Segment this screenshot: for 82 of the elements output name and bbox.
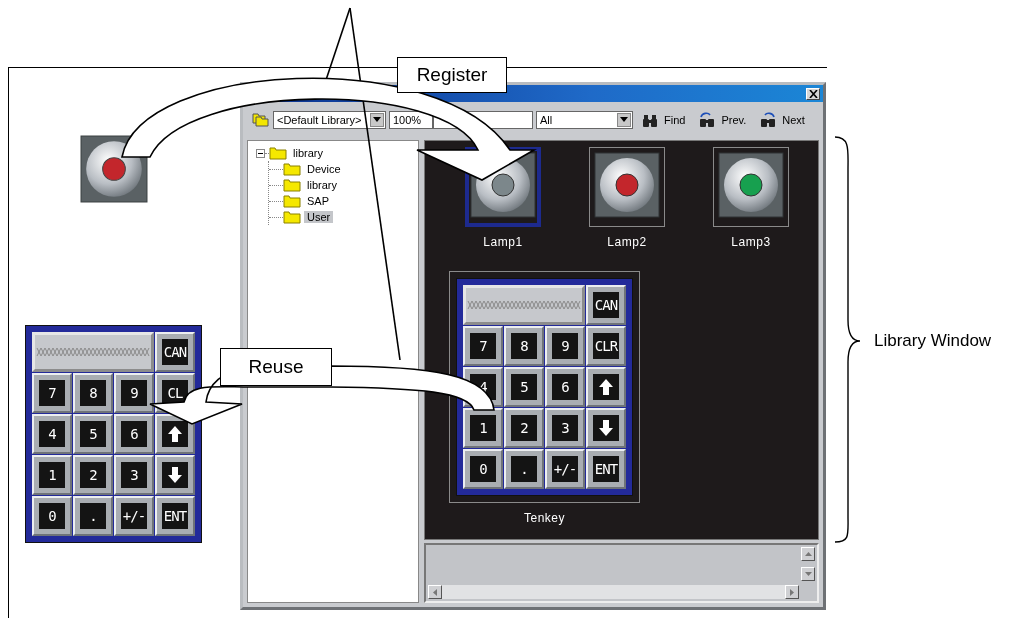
toolbar-button[interactable]: Next [754,111,810,128]
zigzag-pattern-icon [36,347,150,357]
keypad-key[interactable]: 9 [544,326,585,366]
keypad-key[interactable]: 3 [114,455,154,495]
keypad-key[interactable]: 7 [32,373,72,413]
keypad-key[interactable]: +/- [114,496,154,536]
keypad-down-key[interactable] [155,455,195,495]
scroll-down-icon [804,572,812,576]
keypad-key[interactable]: 6 [544,367,585,407]
tree-item[interactable]: SAP [304,195,332,207]
keypad-key[interactable]: ENT [155,496,195,536]
binoculars-arrow-icon [698,111,717,128]
dropdown-arrow-icon [620,117,628,122]
tree-item[interactable]: Device [304,163,344,175]
keypad-key[interactable]: 6 [114,414,154,454]
keypad-key[interactable]: 3 [544,408,585,448]
scroll-right-button[interactable] [785,585,799,599]
keypad-key[interactable]: +/- [544,449,585,489]
binoculars-arrow-icon [759,111,778,128]
scroll-up-icon [804,552,812,556]
keypad-key[interactable]: 9 [114,373,154,413]
keypad-up-key[interactable] [585,367,626,407]
keypad-key[interactable]: ENT [585,449,626,489]
part-name: Lamp2 [607,235,647,249]
part-name: Lamp3 [731,235,771,249]
folder-icon [283,162,301,176]
library-dropdown[interactable]: <Default Library> [273,110,386,129]
folder-icon [283,194,301,208]
keypad-key[interactable]: 4 [32,414,72,454]
keypad-down-key[interactable] [585,408,626,448]
keypad-key[interactable]: 1 [462,408,503,448]
keypad-key[interactable]: 2 [503,408,544,448]
arrow-down-icon [167,466,183,484]
zoom-dropdown[interactable]: 100% [389,110,433,129]
arrow-down-icon [597,419,614,437]
zigzag-pattern-icon [466,300,581,310]
tree-item[interactable]: library [290,147,326,159]
collapse-icon[interactable] [256,148,265,158]
keypad-key[interactable]: CAN [155,332,195,372]
keypad-key[interactable]: 8 [503,326,544,366]
scroll-up-button[interactable] [801,547,815,561]
folder-icon [269,146,287,160]
keypad-key[interactable]: 7 [462,326,503,366]
toolbar-button[interactable]: Find [636,111,691,128]
keypad-key[interactable]: 2 [73,455,113,495]
keypad-key[interactable]: . [73,496,113,536]
part-thumbnail[interactable] [588,147,665,227]
keypad-key[interactable]: 8 [73,373,113,413]
scroll-left-icon [432,588,437,596]
part-thumbnail[interactable] [712,147,789,227]
part-name: Lamp1 [483,235,523,249]
part-name: Tenkey [523,511,565,525]
keypad-up-key[interactable] [155,414,195,454]
keypad-key[interactable]: CAN [585,285,626,325]
keypad-key[interactable]: 1 [32,455,72,495]
keypad-key[interactable]: 5 [503,367,544,407]
folder-icon [283,210,301,224]
keypad-key[interactable]: . [503,449,544,489]
arrow-up-icon [167,425,183,443]
close-button[interactable] [806,87,820,100]
tree-item[interactable]: User [304,211,334,223]
keypad-key[interactable]: 0 [462,449,503,489]
close-icon [808,89,818,98]
folders-icon[interactable] [252,111,270,128]
keypad-key[interactable]: 0 [32,496,72,536]
keypad-key[interactable]: CLR [585,326,626,366]
scroll-left-button[interactable] [427,585,442,599]
keypad-key[interactable]: 5 [73,414,113,454]
scroll-right-icon [790,588,794,596]
folder-icon [283,178,301,192]
tree-item[interactable]: library [304,179,340,191]
arrow-up-icon [597,378,614,396]
filter-dropdown[interactable]: All [536,110,633,129]
scroll-down-button[interactable] [801,567,815,581]
horizontal-scrollbar[interactable] [427,585,799,599]
callout-label: Register [397,57,507,93]
dropdown-arrow-icon [373,117,381,122]
lamp-drawing [593,152,660,218]
toolbar-button[interactable]: Prev. [693,111,752,128]
callout-label: Reuse [220,348,332,386]
lamp-drawing [717,152,784,218]
window-caption: Library Window [874,331,992,351]
